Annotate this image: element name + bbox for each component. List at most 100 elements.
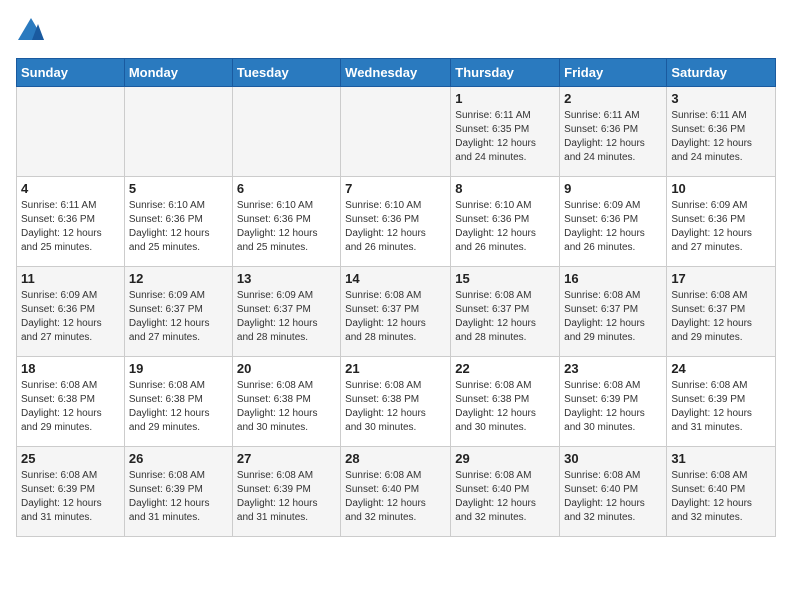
weekday-header-cell: Saturday bbox=[667, 59, 776, 87]
calendar-cell: 29 Sunrise: 6:08 AM Sunset: 6:40 PM Dayli… bbox=[451, 447, 560, 537]
calendar-cell: 5 Sunrise: 6:10 AM Sunset: 6:36 PM Daylig… bbox=[124, 177, 232, 267]
calendar-week-row: 11 Sunrise: 6:09 AM Sunset: 6:36 PM Dayli… bbox=[17, 267, 776, 357]
day-info: Sunrise: 6:08 AM Sunset: 6:40 PM Dayligh… bbox=[455, 469, 555, 525]
calendar-cell bbox=[17, 87, 125, 177]
day-number: 12 bbox=[129, 271, 228, 286]
calendar-cell bbox=[232, 87, 340, 177]
calendar-cell: 10 Sunrise: 6:09 AM Sunset: 6:36 PM Dayli… bbox=[667, 177, 776, 267]
logo-icon bbox=[16, 16, 46, 46]
day-number: 25 bbox=[21, 451, 120, 466]
calendar-cell: 9 Sunrise: 6:09 AM Sunset: 6:36 PM Daylig… bbox=[560, 177, 667, 267]
calendar-cell: 25 Sunrise: 6:08 AM Sunset: 6:39 PM Dayli… bbox=[17, 447, 125, 537]
calendar-body: 1Sunrise: 6:11 AM Sunset: 6:35 PM Daylig… bbox=[17, 87, 776, 537]
calendar-cell: 8Sunrise: 6:10 AM Sunset: 6:36 PM Daylig… bbox=[451, 177, 560, 267]
header bbox=[16, 16, 776, 46]
weekday-header-cell: Sunday bbox=[17, 59, 125, 87]
calendar-cell: 27 Sunrise: 6:08 AM Sunset: 6:39 PM Dayli… bbox=[232, 447, 340, 537]
day-info: Sunrise: 6:08 AM Sunset: 6:39 PM Dayligh… bbox=[564, 379, 662, 435]
calendar-cell: 2 Sunrise: 6:11 AM Sunset: 6:36 PM Daylig… bbox=[560, 87, 667, 177]
day-info: Sunrise: 6:08 AM Sunset: 6:38 PM Dayligh… bbox=[237, 379, 336, 435]
calendar-cell: 1Sunrise: 6:11 AM Sunset: 6:35 PM Daylig… bbox=[451, 87, 560, 177]
calendar-cell: 28 Sunrise: 6:08 AM Sunset: 6:40 PM Dayli… bbox=[341, 447, 451, 537]
logo bbox=[16, 16, 50, 46]
day-number: 18 bbox=[21, 361, 120, 376]
calendar-cell: 16 Sunrise: 6:08 AM Sunset: 6:37 PM Dayli… bbox=[560, 267, 667, 357]
calendar-cell bbox=[341, 87, 451, 177]
day-info: Sunrise: 6:11 AM Sunset: 6:36 PM Dayligh… bbox=[564, 109, 662, 165]
day-info: Sunrise: 6:09 AM Sunset: 6:37 PM Dayligh… bbox=[129, 289, 228, 345]
day-info: Sunrise: 6:08 AM Sunset: 6:38 PM Dayligh… bbox=[129, 379, 228, 435]
day-info: Sunrise: 6:08 AM Sunset: 6:37 PM Dayligh… bbox=[455, 289, 555, 345]
day-info: Sunrise: 6:09 AM Sunset: 6:36 PM Dayligh… bbox=[564, 199, 662, 255]
weekday-header-cell: Monday bbox=[124, 59, 232, 87]
calendar-week-row: 25 Sunrise: 6:08 AM Sunset: 6:39 PM Dayli… bbox=[17, 447, 776, 537]
day-number: 16 bbox=[564, 271, 662, 286]
day-info: Sunrise: 6:08 AM Sunset: 6:38 PM Dayligh… bbox=[345, 379, 446, 435]
day-info: Sunrise: 6:08 AM Sunset: 6:37 PM Dayligh… bbox=[345, 289, 446, 345]
calendar-cell: 12 Sunrise: 6:09 AM Sunset: 6:37 PM Dayli… bbox=[124, 267, 232, 357]
day-info: Sunrise: 6:11 AM Sunset: 6:35 PM Dayligh… bbox=[455, 109, 555, 165]
weekday-header-cell: Friday bbox=[560, 59, 667, 87]
day-number: 13 bbox=[237, 271, 336, 286]
day-number: 28 bbox=[345, 451, 446, 466]
calendar-cell: 13Sunrise: 6:09 AM Sunset: 6:37 PM Dayli… bbox=[232, 267, 340, 357]
calendar-cell: 17Sunrise: 6:08 AM Sunset: 6:37 PM Dayli… bbox=[667, 267, 776, 357]
calendar-cell: 14 Sunrise: 6:08 AM Sunset: 6:37 PM Dayli… bbox=[341, 267, 451, 357]
day-number: 15 bbox=[455, 271, 555, 286]
day-number: 14 bbox=[345, 271, 446, 286]
calendar-cell: 4 Sunrise: 6:11 AM Sunset: 6:36 PM Daylig… bbox=[17, 177, 125, 267]
day-number: 4 bbox=[21, 181, 120, 196]
day-number: 6 bbox=[237, 181, 336, 196]
day-number: 2 bbox=[564, 91, 662, 106]
calendar-cell: 19Sunrise: 6:08 AM Sunset: 6:38 PM Dayli… bbox=[124, 357, 232, 447]
calendar-cell: 6 Sunrise: 6:10 AM Sunset: 6:36 PM Daylig… bbox=[232, 177, 340, 267]
day-info: Sunrise: 6:08 AM Sunset: 6:38 PM Dayligh… bbox=[21, 379, 120, 435]
day-info: Sunrise: 6:08 AM Sunset: 6:39 PM Dayligh… bbox=[237, 469, 336, 525]
calendar-cell: 3 Sunrise: 6:11 AM Sunset: 6:36 PM Daylig… bbox=[667, 87, 776, 177]
day-info: Sunrise: 6:08 AM Sunset: 6:40 PM Dayligh… bbox=[671, 469, 771, 525]
calendar-cell: 18 Sunrise: 6:08 AM Sunset: 6:38 PM Dayli… bbox=[17, 357, 125, 447]
day-info: Sunrise: 6:11 AM Sunset: 6:36 PM Dayligh… bbox=[671, 109, 771, 165]
calendar-week-row: 4 Sunrise: 6:11 AM Sunset: 6:36 PM Daylig… bbox=[17, 177, 776, 267]
day-number: 9 bbox=[564, 181, 662, 196]
calendar-cell: 24 Sunrise: 6:08 AM Sunset: 6:39 PM Dayli… bbox=[667, 357, 776, 447]
weekday-header-cell: Tuesday bbox=[232, 59, 340, 87]
day-number: 30 bbox=[564, 451, 662, 466]
day-number: 11 bbox=[21, 271, 120, 286]
day-number: 24 bbox=[671, 361, 771, 376]
day-number: 20 bbox=[237, 361, 336, 376]
day-info: Sunrise: 6:09 AM Sunset: 6:36 PM Dayligh… bbox=[671, 199, 771, 255]
day-number: 29 bbox=[455, 451, 555, 466]
day-number: 22 bbox=[455, 361, 555, 376]
weekday-header-cell: Thursday bbox=[451, 59, 560, 87]
calendar-week-row: 1Sunrise: 6:11 AM Sunset: 6:35 PM Daylig… bbox=[17, 87, 776, 177]
day-info: Sunrise: 6:08 AM Sunset: 6:39 PM Dayligh… bbox=[671, 379, 771, 435]
day-info: Sunrise: 6:10 AM Sunset: 6:36 PM Dayligh… bbox=[237, 199, 336, 255]
day-info: Sunrise: 6:10 AM Sunset: 6:36 PM Dayligh… bbox=[345, 199, 446, 255]
day-info: Sunrise: 6:08 AM Sunset: 6:39 PM Dayligh… bbox=[129, 469, 228, 525]
day-info: Sunrise: 6:09 AM Sunset: 6:36 PM Dayligh… bbox=[21, 289, 120, 345]
day-info: Sunrise: 6:08 AM Sunset: 6:39 PM Dayligh… bbox=[21, 469, 120, 525]
day-number: 27 bbox=[237, 451, 336, 466]
calendar-cell: 15 Sunrise: 6:08 AM Sunset: 6:37 PM Dayli… bbox=[451, 267, 560, 357]
calendar-week-row: 18 Sunrise: 6:08 AM Sunset: 6:38 PM Dayli… bbox=[17, 357, 776, 447]
day-number: 7 bbox=[345, 181, 446, 196]
day-info: Sunrise: 6:08 AM Sunset: 6:40 PM Dayligh… bbox=[564, 469, 662, 525]
calendar-cell bbox=[124, 87, 232, 177]
calendar-cell: 26Sunrise: 6:08 AM Sunset: 6:39 PM Dayli… bbox=[124, 447, 232, 537]
calendar-table: SundayMondayTuesdayWednesdayThursdayFrid… bbox=[16, 58, 776, 537]
day-number: 21 bbox=[345, 361, 446, 376]
calendar-cell: 31Sunrise: 6:08 AM Sunset: 6:40 PM Dayli… bbox=[667, 447, 776, 537]
day-number: 5 bbox=[129, 181, 228, 196]
calendar-header: SundayMondayTuesdayWednesdayThursdayFrid… bbox=[17, 59, 776, 87]
day-number: 17 bbox=[671, 271, 771, 286]
day-number: 8 bbox=[455, 181, 555, 196]
weekday-header-row: SundayMondayTuesdayWednesdayThursdayFrid… bbox=[17, 59, 776, 87]
calendar-cell: 30 Sunrise: 6:08 AM Sunset: 6:40 PM Dayli… bbox=[560, 447, 667, 537]
day-info: Sunrise: 6:08 AM Sunset: 6:37 PM Dayligh… bbox=[564, 289, 662, 345]
day-number: 3 bbox=[671, 91, 771, 106]
day-info: Sunrise: 6:11 AM Sunset: 6:36 PM Dayligh… bbox=[21, 199, 120, 255]
day-info: Sunrise: 6:10 AM Sunset: 6:36 PM Dayligh… bbox=[129, 199, 228, 255]
day-info: Sunrise: 6:08 AM Sunset: 6:40 PM Dayligh… bbox=[345, 469, 446, 525]
day-number: 10 bbox=[671, 181, 771, 196]
